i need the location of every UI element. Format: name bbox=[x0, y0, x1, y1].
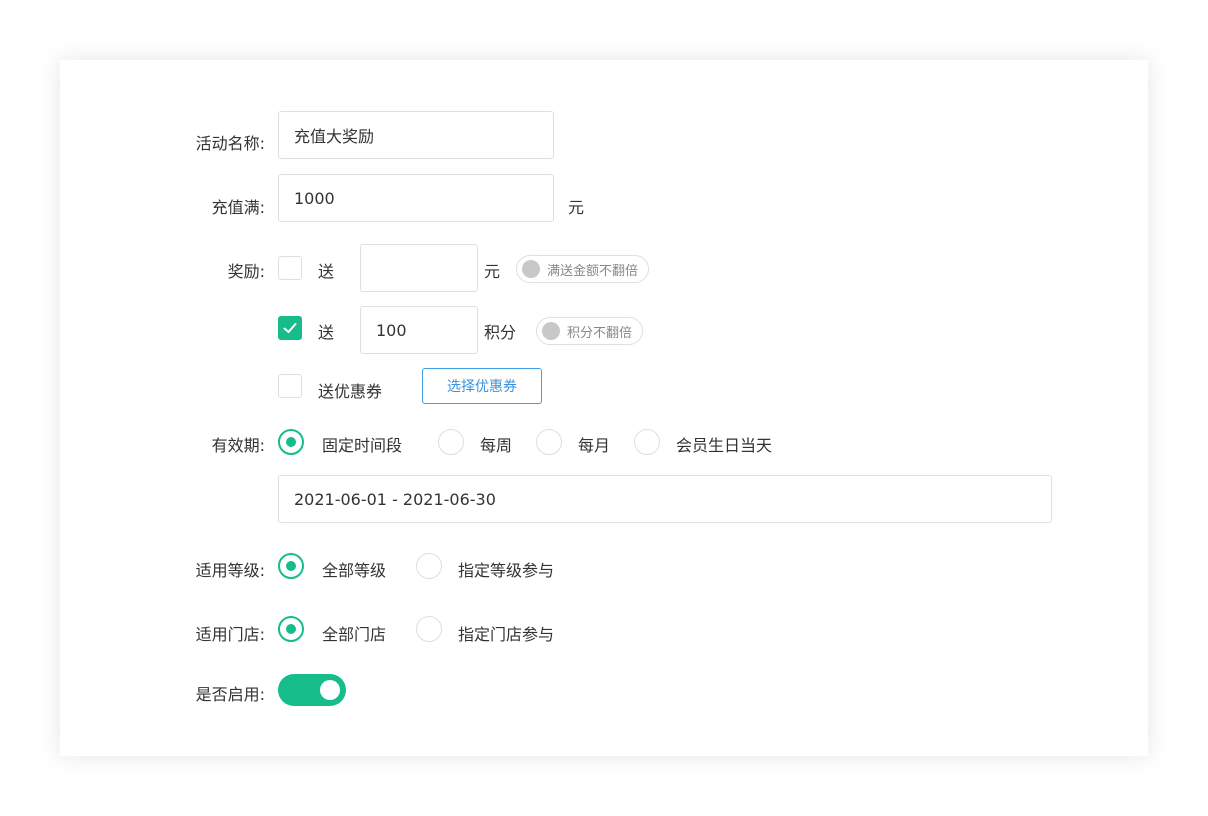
recharge-full-label: 充值满: bbox=[211, 198, 265, 217]
levels-radio-all[interactable] bbox=[278, 553, 304, 579]
cash-no-double-label: 满送金额不翻倍 bbox=[547, 263, 639, 279]
cash-no-double-switch[interactable]: 满送金额不翻倍 bbox=[516, 255, 650, 283]
date-range-input[interactable]: 2021-06-01 - 2021-06-30 bbox=[278, 475, 1052, 523]
validity-option-weekly[interactable]: 每周 bbox=[480, 432, 512, 456]
enabled-toggle[interactable] bbox=[278, 674, 346, 706]
points-no-double-label: 积分不翻倍 bbox=[567, 325, 633, 341]
validity-label: 有效期: bbox=[211, 436, 265, 455]
validity-option-fixed[interactable]: 固定时间段 bbox=[322, 432, 402, 456]
switch-knob bbox=[542, 322, 560, 340]
reward-label: 奖励: bbox=[227, 262, 265, 281]
stores-radio-all[interactable] bbox=[278, 616, 304, 642]
activity-name-input[interactable]: 充值大奖励 bbox=[278, 111, 554, 159]
points-reward-input[interactable]: 100 bbox=[360, 306, 478, 354]
points-reward-value: 100 bbox=[376, 320, 407, 340]
cash-reward-input[interactable] bbox=[360, 244, 478, 292]
recharge-full-input[interactable]: 1000 bbox=[278, 174, 554, 222]
validity-radio-monthly[interactable] bbox=[536, 429, 562, 455]
check-icon bbox=[283, 323, 297, 333]
coupon-reward-label: 送优惠券 bbox=[318, 382, 383, 401]
levels-radio-specified[interactable] bbox=[416, 553, 442, 579]
validity-radio-weekly[interactable] bbox=[438, 429, 464, 455]
switch-knob bbox=[522, 260, 540, 278]
levels-label: 适用等级: bbox=[195, 561, 265, 580]
select-coupon-button[interactable]: 选择优惠券 bbox=[422, 368, 542, 404]
recharge-unit: 元 bbox=[568, 198, 585, 217]
stores-option-specified[interactable]: 指定门店参与 bbox=[458, 621, 554, 645]
validity-radio-fixed[interactable] bbox=[278, 429, 304, 455]
levels-option-all[interactable]: 全部等级 bbox=[322, 557, 386, 581]
validity-option-monthly[interactable]: 每月 bbox=[578, 432, 610, 456]
cash-reward-prefix: 送 bbox=[318, 262, 335, 281]
levels-option-specified[interactable]: 指定等级参与 bbox=[458, 557, 554, 581]
points-reward-checkbox[interactable] bbox=[278, 316, 302, 340]
stores-radio-specified[interactable] bbox=[416, 616, 442, 642]
validity-option-birthday[interactable]: 会员生日当天 bbox=[676, 432, 772, 456]
points-reward-prefix: 送 bbox=[318, 323, 335, 342]
points-no-double-switch[interactable]: 积分不翻倍 bbox=[536, 317, 644, 345]
date-range-value: 2021-06-01 - 2021-06-30 bbox=[294, 489, 496, 509]
points-reward-unit: 积分 bbox=[484, 323, 517, 342]
activity-name-value: 充值大奖励 bbox=[294, 127, 375, 146]
activity-form-card: 活动名称: 充值大奖励 充值满: 1000 元 奖励: 送 元 满送金额不翻倍 … bbox=[60, 60, 1148, 756]
recharge-full-value: 1000 bbox=[294, 188, 335, 208]
enabled-label: 是否启用: bbox=[195, 685, 265, 704]
coupon-reward-checkbox[interactable] bbox=[278, 374, 302, 398]
cash-reward-unit: 元 bbox=[484, 262, 501, 281]
cash-reward-checkbox[interactable] bbox=[278, 256, 302, 280]
validity-radio-birthday[interactable] bbox=[634, 429, 660, 455]
toggle-knob bbox=[320, 680, 340, 700]
radio-dot bbox=[286, 624, 296, 634]
radio-dot bbox=[286, 561, 296, 571]
stores-option-all[interactable]: 全部门店 bbox=[322, 621, 386, 645]
stores-label: 适用门店: bbox=[195, 625, 265, 644]
radio-dot bbox=[286, 437, 296, 447]
activity-name-label: 活动名称: bbox=[195, 134, 265, 153]
